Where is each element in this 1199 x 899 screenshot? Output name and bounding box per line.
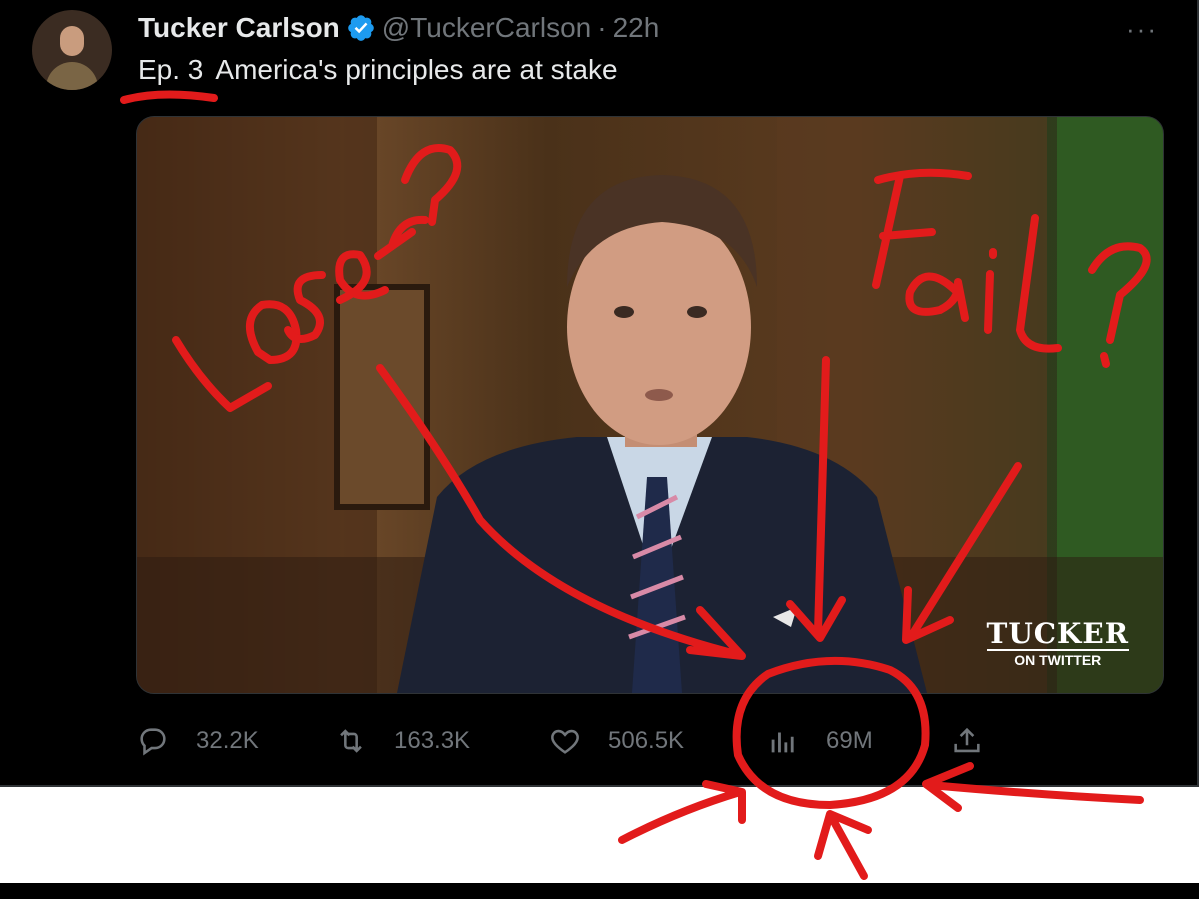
- tweet-header: Tucker Carlson @TuckerCarlson · 22h: [138, 10, 659, 46]
- like-icon: [551, 729, 579, 754]
- views-count: 69M: [826, 727, 873, 754]
- mouth: [645, 389, 673, 401]
- wall-frame: [334, 284, 430, 510]
- watermark-subtitle: ON TWITTER: [986, 649, 1129, 668]
- share-icon: [954, 727, 980, 753]
- action-bar: 32.2K 163.3K 506.5K 69M: [136, 718, 996, 764]
- more-icon[interactable]: ···: [1126, 14, 1158, 45]
- like-button[interactable]: 506.5K: [548, 718, 684, 764]
- watermark-title: TUCKER: [986, 617, 1129, 650]
- right-eye: [687, 306, 707, 318]
- arrow-bottom-center: [814, 810, 872, 880]
- timestamp[interactable]: 22h: [613, 12, 660, 44]
- video-media[interactable]: TUCKER ON TWITTER: [136, 116, 1164, 694]
- avatar[interactable]: [32, 10, 112, 90]
- separator-dot: ·: [597, 12, 607, 43]
- retweet-count: 163.3K: [394, 727, 471, 754]
- tweet-body: America's principles are at stake: [215, 54, 618, 85]
- retweet-button[interactable]: 163.3K: [334, 718, 470, 764]
- reply-count: 32.2K: [196, 727, 259, 754]
- views-button[interactable]: 69M: [766, 718, 873, 764]
- avatar-face: [60, 26, 84, 56]
- handle[interactable]: @TuckerCarlson: [382, 12, 591, 44]
- tweet-card[interactable]: Tucker Carlson @TuckerCarlson · 22h ··· …: [0, 0, 1199, 787]
- tucker-watermark: TUCKER ON TWITTER: [986, 617, 1129, 668]
- retweet-icon: [340, 729, 362, 753]
- episode-label: Ep. 3: [138, 54, 204, 85]
- arrow-bottom-left: [618, 780, 746, 844]
- tweet-text: Ep. 3 America's principles are at stake: [138, 54, 618, 86]
- verified-badge-icon: [347, 15, 374, 41]
- views-icon: [771, 732, 794, 753]
- display-name[interactable]: Tucker Carlson: [138, 12, 340, 44]
- left-eye: [614, 306, 634, 318]
- reply-icon: [140, 728, 166, 756]
- video-frame: [137, 117, 1163, 693]
- avatar-body: [46, 62, 98, 90]
- bottom-strip: [0, 883, 1199, 899]
- like-count: 506.5K: [608, 727, 685, 754]
- reply-button[interactable]: 32.2K: [136, 718, 259, 764]
- share-button[interactable]: [950, 718, 984, 764]
